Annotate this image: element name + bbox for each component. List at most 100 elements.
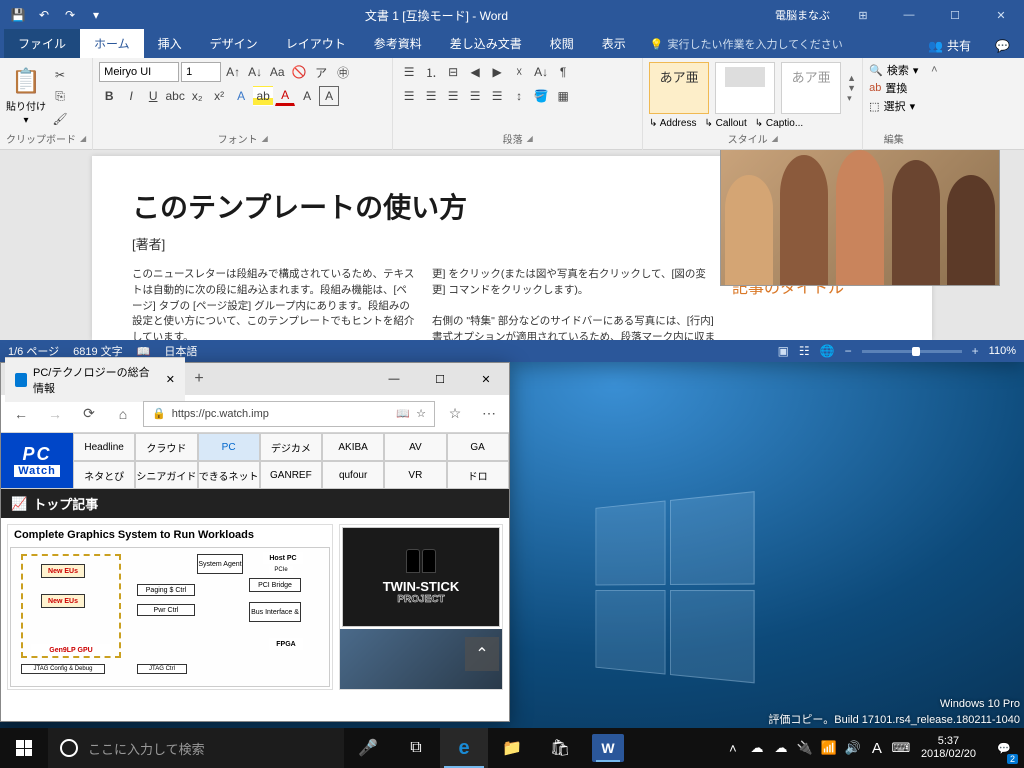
document-column-2[interactable]: 更] をクリック(または図や写真を右クリックして、[図の変更] コマンドをクリッ…: [432, 267, 716, 340]
decrease-indent-button[interactable]: ◀: [465, 62, 485, 82]
comments-button[interactable]: 💬: [987, 35, 1018, 57]
tab-home[interactable]: ホーム: [80, 29, 144, 58]
font-dialog-launcher[interactable]: ◢: [262, 134, 268, 143]
text-effects-button[interactable]: A: [231, 86, 251, 106]
tab-file[interactable]: ファイル: [4, 29, 80, 58]
taskbar-edge[interactable]: e: [440, 728, 488, 768]
highlight-button[interactable]: ab: [253, 86, 273, 106]
underline-button[interactable]: U: [143, 86, 163, 106]
ribbon-collapse-button[interactable]: ˄: [924, 58, 944, 149]
settings-button[interactable]: ⋯: [475, 400, 503, 428]
tray-ime-icon[interactable]: A: [865, 728, 889, 768]
web-layout-button[interactable]: 🌐: [820, 344, 835, 358]
enclose-button[interactable]: ㊥: [333, 62, 353, 82]
select-button[interactable]: ⬚選択▾: [869, 98, 918, 114]
tray-onedrive-icon[interactable]: ☁: [745, 728, 769, 768]
document-column-1[interactable]: このニュースレターは段組みで構成されているため、テキストは自動的に次の段に組み込…: [132, 267, 416, 340]
redo-icon[interactable]: ↷: [58, 3, 82, 27]
nav-drone[interactable]: ドロ: [447, 461, 509, 489]
tell-me-search[interactable]: 💡実行したい作業を入力してください: [640, 30, 853, 58]
format-painter-button[interactable]: 🖌: [50, 109, 70, 129]
nav-pc[interactable]: PC: [198, 433, 260, 461]
borders-button[interactable]: ▦: [553, 86, 573, 106]
new-tab-button[interactable]: +: [185, 370, 213, 388]
tab-view[interactable]: 表示: [588, 29, 640, 58]
bold-button[interactable]: B: [99, 86, 119, 106]
edge-close-button[interactable]: ✕: [463, 363, 509, 395]
shrink-font-button[interactable]: A↓: [245, 62, 265, 82]
style-heading2[interactable]: あア亜: [781, 62, 841, 114]
bullets-button[interactable]: ☰: [399, 62, 419, 82]
mic-button[interactable]: 🎤: [344, 728, 392, 768]
forward-button[interactable]: →: [41, 400, 69, 428]
zoom-slider[interactable]: [862, 350, 962, 353]
asian-layout-button[interactable]: ☓: [509, 62, 529, 82]
edge-page-content[interactable]: PC Watch Headline クラウド PC デジカメ AKIBA AV …: [1, 433, 509, 721]
paragraph-dialog-launcher[interactable]: ◢: [527, 134, 533, 143]
tab-review[interactable]: 校閲: [536, 29, 588, 58]
numbering-button[interactable]: ⒈: [421, 62, 441, 82]
style-normal[interactable]: あア亜: [649, 62, 709, 114]
clear-formatting-button[interactable]: 🚫: [289, 62, 309, 82]
taskbar-word[interactable]: W: [592, 734, 624, 762]
change-case-button[interactable]: Aa: [267, 62, 287, 82]
tab-close-button[interactable]: ✕: [166, 373, 175, 386]
subscript-button[interactable]: x₂: [187, 86, 207, 106]
style-heading1[interactable]: [715, 62, 775, 114]
sort-button[interactable]: A↓: [531, 62, 551, 82]
tab-mailings[interactable]: 差し込み文書: [436, 29, 536, 58]
cut-button[interactable]: ✂: [50, 65, 70, 85]
tab-layout[interactable]: レイアウト: [272, 29, 360, 58]
tray-wifi-icon[interactable]: 📶: [817, 728, 841, 768]
favorite-icon[interactable]: ☆: [416, 407, 426, 420]
address-bar[interactable]: 🔒 https://pc.watch.imp 📖 ☆: [143, 401, 435, 427]
tab-references[interactable]: 参考資料: [360, 29, 436, 58]
taskbar-clock[interactable]: 5:37 2018/02/20: [913, 735, 984, 761]
nav-headline[interactable]: Headline: [73, 433, 135, 461]
taskbar-store[interactable]: 🛍: [536, 728, 584, 768]
quick-style-caption[interactable]: ↳ Captio...: [755, 118, 803, 129]
start-button[interactable]: [0, 728, 48, 768]
grow-font-button[interactable]: A↑: [223, 62, 243, 82]
nav-ga[interactable]: GA: [447, 433, 509, 461]
hub-button[interactable]: ☆: [441, 400, 469, 428]
zoom-level[interactable]: 110%: [989, 345, 1016, 357]
taskbar-explorer[interactable]: 📁: [488, 728, 536, 768]
nav-dekiru[interactable]: できるネット: [198, 461, 260, 489]
minimize-button[interactable]: —: [886, 0, 932, 30]
styles-dialog-launcher[interactable]: ◢: [772, 134, 778, 143]
replace-button[interactable]: ab置換: [869, 80, 918, 96]
multilevel-button[interactable]: ⊟: [443, 62, 463, 82]
tray-volume-icon[interactable]: 🔊: [841, 728, 865, 768]
tray-keyboard-icon[interactable]: ⌨: [889, 728, 913, 768]
word-user[interactable]: 電脳まなぶ: [765, 7, 840, 23]
qat-customize-icon[interactable]: ▾: [84, 3, 108, 27]
undo-icon[interactable]: ↶: [32, 3, 56, 27]
nav-vr[interactable]: VR: [384, 461, 446, 489]
quick-style-callout[interactable]: ↳ Callout: [704, 118, 746, 129]
style-gallery-more[interactable]: ▲▼▾: [847, 73, 856, 104]
document-page[interactable]: このテンプレートの使い方 [著者] このニュースレターは段組みで構成されているた…: [92, 156, 932, 340]
back-button[interactable]: ←: [7, 400, 35, 428]
tray-power-icon[interactable]: 🔌: [793, 728, 817, 768]
tray-overflow-button[interactable]: ˄: [721, 728, 745, 768]
phonetic-guide-button[interactable]: ア: [311, 62, 331, 82]
italic-button[interactable]: I: [121, 86, 141, 106]
read-mode-button[interactable]: ▣: [778, 344, 789, 358]
line-spacing-button[interactable]: ↕: [509, 86, 529, 106]
nav-senior[interactable]: シニアガイド: [135, 461, 197, 489]
nav-cloud[interactable]: クラウド: [135, 433, 197, 461]
tab-design[interactable]: デザイン: [196, 29, 272, 58]
close-button[interactable]: ✕: [978, 0, 1024, 30]
tray-cloud-icon[interactable]: ☁: [769, 728, 793, 768]
article-1[interactable]: Complete Graphics System to Run Workload…: [7, 524, 333, 690]
nav-av[interactable]: AV: [384, 433, 446, 461]
reading-view-icon[interactable]: 📖: [396, 407, 410, 420]
distribute-button[interactable]: ☰: [487, 86, 507, 106]
edge-minimize-button[interactable]: —: [371, 363, 417, 395]
home-button[interactable]: ⌂: [109, 400, 137, 428]
scroll-top-button[interactable]: ⌃: [465, 637, 499, 671]
word-titlebar[interactable]: 💾 ↶ ↷ ▾ 文書 1 [互換モード] - Word 電脳まなぶ ⊞ — ☐ …: [0, 0, 1024, 30]
taskbar-search[interactable]: ここに入力して検索: [48, 728, 344, 768]
task-view-button[interactable]: ⧉: [392, 728, 440, 768]
